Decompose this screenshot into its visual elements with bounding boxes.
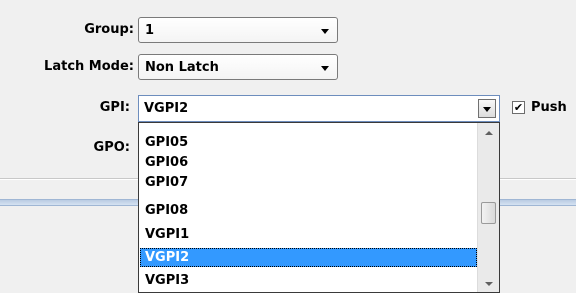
latch-mode-label: Latch Mode: xyxy=(44,59,134,74)
push-label[interactable]: Push xyxy=(531,99,567,117)
gpi-select[interactable]: VGPI2 xyxy=(138,95,500,122)
gpi-label: GPI: xyxy=(99,100,130,115)
gpi-value: VGPI2 xyxy=(144,101,189,116)
group-value: 1 xyxy=(145,23,155,38)
list-item-vgpi1[interactable]: VGPI1 xyxy=(140,225,477,244)
gpo-label: GPO: xyxy=(93,140,130,155)
push-checkbox[interactable]: ✔ xyxy=(512,101,525,114)
gpi-dropdown-button[interactable] xyxy=(478,99,496,118)
group-label: Group: xyxy=(84,22,134,37)
scroll-up-icon[interactable] xyxy=(485,131,493,135)
list-item-vgpi2[interactable]: VGPI2 xyxy=(140,248,477,267)
scroll-down-icon[interactable] xyxy=(485,282,493,286)
list-item-vgpi3[interactable]: VGPI3 xyxy=(140,271,477,290)
scrollbar-thumb[interactable] xyxy=(481,202,496,224)
group-select[interactable]: 1 xyxy=(138,17,338,43)
latch-mode-value: Non Latch xyxy=(145,60,219,75)
list-item-gpi05[interactable]: GPI05 xyxy=(140,133,477,152)
list-item-gpi06[interactable]: GPI06 xyxy=(140,153,477,172)
chevron-down-icon xyxy=(321,29,329,34)
gpi-dropdown-list[interactable]: GPI05 GPI06 GPI07 GPI08 VGPI1 VGPI2 VGPI… xyxy=(138,122,500,293)
dropdown-scrollbar[interactable] xyxy=(477,123,499,292)
chevron-down-icon xyxy=(321,66,329,71)
list-item-gpi08[interactable]: GPI08 xyxy=(140,201,477,220)
list-item-gpi07[interactable]: GPI07 xyxy=(140,173,477,192)
latch-mode-select[interactable]: Non Latch xyxy=(138,54,338,80)
chevron-down-icon xyxy=(483,107,491,112)
